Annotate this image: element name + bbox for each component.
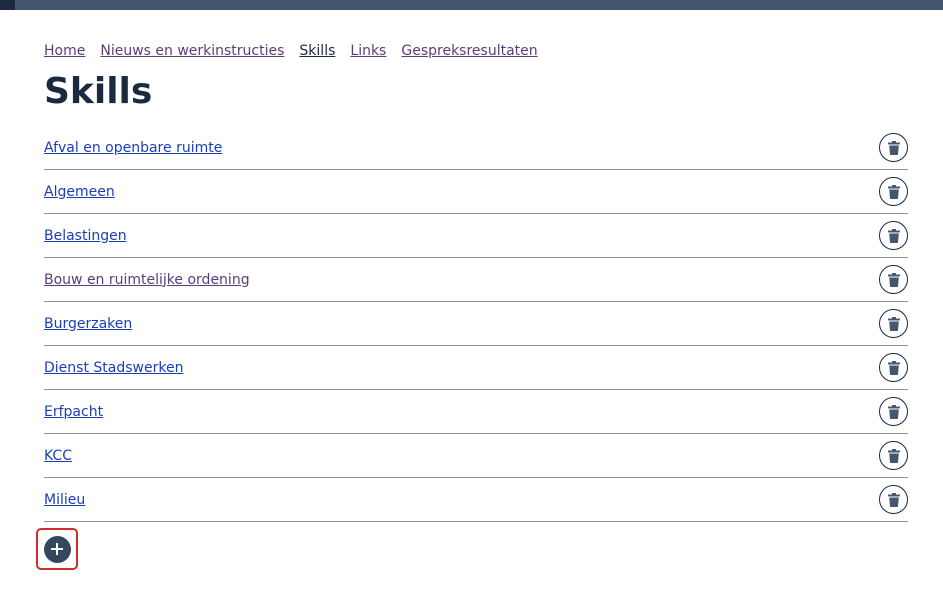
breadcrumb-home[interactable]: Home	[44, 41, 85, 61]
delete-button[interactable]	[879, 265, 908, 294]
delete-button[interactable]	[879, 221, 908, 250]
list-item: KCC	[44, 434, 908, 478]
delete-button[interactable]	[879, 353, 908, 382]
trash-icon	[887, 228, 900, 243]
list-item: Burgerzaken	[44, 302, 908, 346]
breadcrumb-links[interactable]: Links	[350, 41, 386, 61]
skill-link[interactable]: Bouw en ruimtelijke ordening	[44, 272, 250, 288]
trash-icon	[887, 184, 900, 199]
delete-button[interactable]	[879, 133, 908, 162]
skill-link[interactable]: Algemeen	[44, 184, 115, 200]
list-item: Bouw en ruimtelijke ordening	[44, 258, 908, 302]
delete-button[interactable]	[879, 177, 908, 206]
skill-link[interactable]: Belastingen	[44, 228, 127, 244]
breadcrumb: Home Nieuws en werkinstructies Skills Li…	[44, 41, 908, 61]
skill-link[interactable]: Milieu	[44, 492, 85, 508]
main-content: Home Nieuws en werkinstructies Skills Li…	[44, 41, 908, 522]
list-item: Afval en openbare ruimte	[44, 126, 908, 170]
trash-icon	[887, 272, 900, 287]
list-item: Belastingen	[44, 214, 908, 258]
add-button-focus-ring	[36, 528, 78, 570]
skill-link[interactable]: Afval en openbare ruimte	[44, 140, 222, 156]
skill-link[interactable]: KCC	[44, 448, 72, 464]
skill-link[interactable]: Burgerzaken	[44, 316, 132, 332]
top-bar-accent	[0, 0, 15, 10]
add-skill-button[interactable]	[43, 535, 71, 563]
breadcrumb-gespreksresultaten[interactable]: Gespreksresultaten	[401, 41, 537, 61]
breadcrumb-skills[interactable]: Skills	[299, 41, 335, 61]
skill-link[interactable]: Dienst Stadswerken	[44, 360, 183, 376]
list-item: Erfpacht	[44, 390, 908, 434]
trash-icon	[887, 360, 900, 375]
list-item: Milieu	[44, 478, 908, 522]
skill-list: Afval en openbare ruimte Algemeen Belast…	[44, 126, 908, 522]
delete-button[interactable]	[879, 485, 908, 514]
delete-button[interactable]	[879, 309, 908, 338]
list-item: Algemeen	[44, 170, 908, 214]
delete-button[interactable]	[879, 441, 908, 470]
trash-icon	[887, 448, 900, 463]
breadcrumb-nieuws[interactable]: Nieuws en werkinstructies	[100, 41, 284, 61]
trash-icon	[887, 492, 900, 507]
top-bar	[0, 0, 943, 10]
delete-button[interactable]	[879, 397, 908, 426]
list-item: Dienst Stadswerken	[44, 346, 908, 390]
skill-link[interactable]: Erfpacht	[44, 404, 103, 420]
trash-icon	[887, 140, 900, 155]
page-title: Skills	[44, 71, 153, 112]
trash-icon	[887, 404, 900, 419]
plus-icon	[51, 543, 63, 555]
trash-icon	[887, 316, 900, 331]
